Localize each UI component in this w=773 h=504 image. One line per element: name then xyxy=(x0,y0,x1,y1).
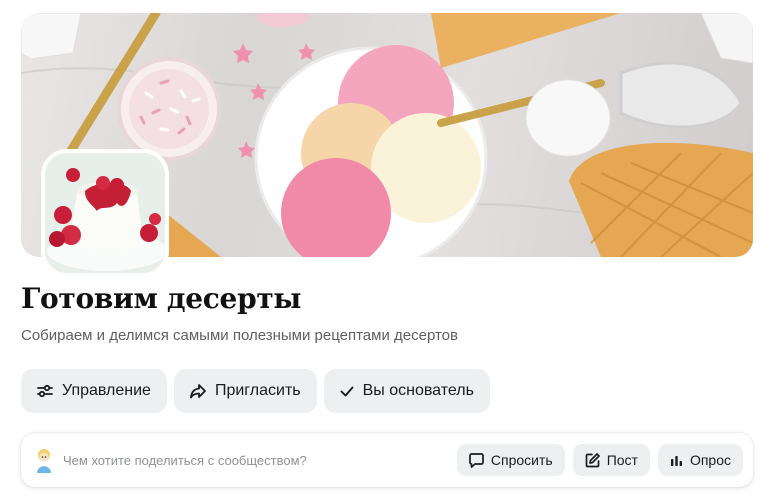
invite-button-label: Пригласить xyxy=(214,382,301,399)
ask-button[interactable]: Спросить xyxy=(456,444,565,476)
sliders-icon xyxy=(37,384,53,398)
action-buttons: Управление Пригласить Вы основатель xyxy=(21,369,490,413)
community-title: Готовим десерты xyxy=(21,282,302,315)
poll-button[interactable]: Опрос xyxy=(657,444,743,476)
post-button[interactable]: Пост xyxy=(572,444,650,476)
community-description: Собираем и делимся самыми полезными реце… xyxy=(21,327,458,344)
checkmark-icon xyxy=(340,386,354,397)
manage-button[interactable]: Управление xyxy=(21,369,167,413)
post-composer: Спросить Пост Опрос xyxy=(21,433,753,487)
composer-input[interactable] xyxy=(63,452,449,468)
community-avatar[interactable] xyxy=(41,149,169,277)
founder-button-label: Вы основатель xyxy=(362,382,474,399)
ask-button-label: Спросить xyxy=(490,452,553,468)
invite-button[interactable]: Пригласить xyxy=(173,369,317,413)
user-avatar[interactable] xyxy=(33,447,55,473)
share-arrow-icon xyxy=(190,384,206,399)
bar-chart-icon xyxy=(670,455,682,466)
poll-button-label: Опрос xyxy=(689,452,731,468)
panna-cotta-image xyxy=(45,153,165,273)
post-button-label: Пост xyxy=(606,452,638,468)
edit-icon xyxy=(585,452,600,467)
manage-button-label: Управление xyxy=(62,382,151,399)
founder-button[interactable]: Вы основатель xyxy=(323,369,490,413)
speech-bubble-icon xyxy=(469,452,484,468)
